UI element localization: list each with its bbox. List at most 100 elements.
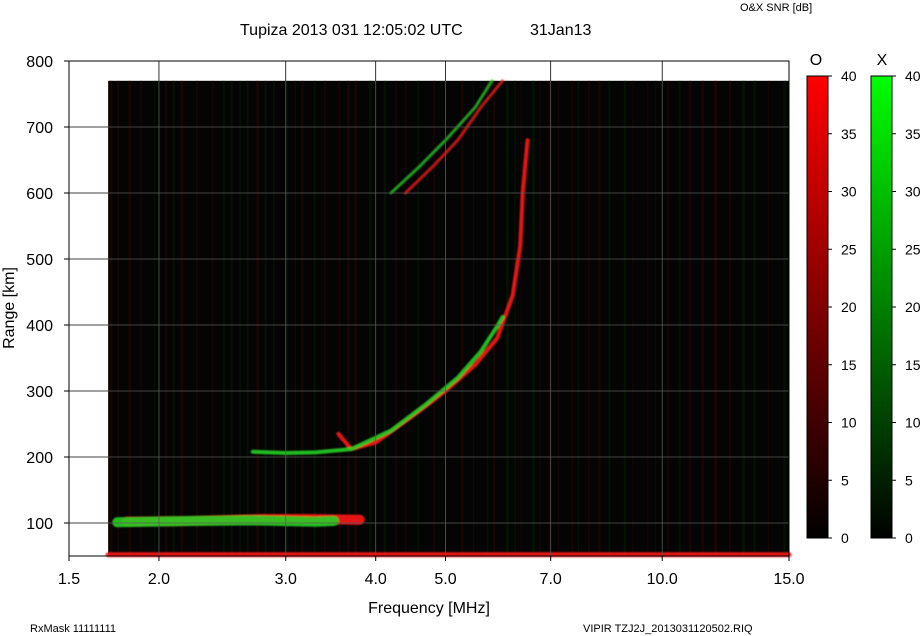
- noise-stripe: [571, 80, 574, 557]
- noise-stripe: [256, 80, 260, 557]
- noise-stripe: [548, 80, 550, 557]
- noise-stripe: [154, 80, 156, 557]
- noise-stripe: [539, 80, 541, 557]
- colorbar-x-ticks: 40 35 30 25 20 15 10 5 0: [892, 68, 921, 546]
- y-axis-label: Range [km]: [1, 267, 18, 349]
- x-tick-label: 4.0: [365, 571, 387, 588]
- noise-stripe: [520, 80, 522, 557]
- data-region: [108, 80, 790, 557]
- noise-stripe: [688, 80, 692, 557]
- noise-stripe: [587, 80, 590, 557]
- colorbar-tick-label: 0: [905, 530, 913, 546]
- noise-stripe: [667, 80, 669, 557]
- noise-stripe: [117, 80, 120, 557]
- noise-stripe: [623, 80, 627, 557]
- colorbar-x: [870, 75, 893, 539]
- noise-stripe: [472, 80, 475, 557]
- y-tick-label: 400: [26, 318, 53, 335]
- x-tick-label: 7.0: [540, 571, 562, 588]
- colorbar-tick-label: 15: [905, 357, 921, 373]
- noise-stripe: [404, 80, 407, 557]
- x-tick-label: 10.0: [647, 571, 678, 588]
- x-tick-label: 5.0: [434, 571, 456, 588]
- noise-stripe: [383, 80, 386, 557]
- noise-stripe: [597, 80, 601, 557]
- noise-stripe: [369, 80, 372, 557]
- noise-stripe: [767, 80, 769, 557]
- colorbar-tick-label: 30: [905, 184, 921, 200]
- colorbar-tick-label: 30: [841, 184, 857, 200]
- colorbar-o-label: O: [810, 52, 822, 69]
- noise-stripe: [354, 80, 357, 557]
- noise-stripe: [514, 80, 516, 557]
- y-tick-label: 200: [26, 450, 53, 467]
- noise-stripe: [196, 80, 198, 557]
- noise-stripe: [140, 80, 142, 557]
- colorbar-tick-label: 35: [905, 126, 921, 142]
- noise-stripe: [301, 80, 304, 557]
- noise-stripe: [347, 80, 350, 557]
- noise-stripe: [395, 80, 397, 557]
- x-tick-label: 15.0: [773, 571, 804, 588]
- noise-stripe: [493, 80, 496, 557]
- noise-stripe: [753, 80, 756, 557]
- y-tick-label: 600: [26, 186, 53, 203]
- colorbar-title: O&X SNR [dB]: [740, 2, 812, 14]
- noise-stripe: [655, 80, 657, 557]
- noise-stripe: [286, 80, 288, 557]
- x-tick-label: 3.0: [275, 571, 297, 588]
- noise-stripe: [742, 80, 745, 557]
- rxmask-label: RxMask 11111111: [30, 623, 116, 635]
- y-tick-label: 100: [26, 516, 53, 533]
- noise-stripe: [324, 80, 326, 557]
- noise-stripe: [632, 80, 634, 557]
- noise-stripe: [264, 80, 267, 557]
- noise-stripe: [180, 80, 184, 557]
- noise-stripe: [272, 80, 275, 557]
- noise-stripe: [246, 80, 249, 557]
- noise-stripe: [230, 80, 233, 557]
- colorbar-tick-label: 25: [905, 241, 921, 257]
- file-label: VIPIR TZJ2J_2013031120502.RIQ: [583, 623, 753, 635]
- noise-stripe: [714, 80, 718, 557]
- ionogram-chart: Tupiza 2013 031 12:05:02 UTC 31Jan13 O&X…: [1, 2, 921, 635]
- noise-stripe: [728, 80, 731, 557]
- noise-stripe: [294, 80, 296, 557]
- colorbar-tick-label: 0: [841, 530, 849, 546]
- noise-stripe: [486, 80, 489, 557]
- noise-stripe: [211, 80, 214, 557]
- colorbar-tick-label: 15: [841, 357, 857, 373]
- colorbar-tick-label: 5: [841, 472, 849, 488]
- noise-stripe: [532, 80, 535, 557]
- noise-stripe: [577, 80, 579, 557]
- noise-stripe: [313, 80, 316, 557]
- colorbar-tick-label: 20: [905, 299, 921, 315]
- noise-stripe: [608, 80, 611, 557]
- colorbar-tick-label: 10: [905, 415, 921, 431]
- trace-x-e: [112, 515, 339, 528]
- noise-stripe: [460, 80, 464, 557]
- y-tick-label: 700: [26, 120, 53, 137]
- colorbar-tick-label: 20: [841, 299, 857, 315]
- noise-stripe: [647, 80, 649, 557]
- noise-stripe: [678, 80, 681, 557]
- noise-stripe: [239, 80, 241, 557]
- colorbar-tick-label: 40: [841, 68, 857, 84]
- noise-stripe: [557, 80, 560, 557]
- chart-title: Tupiza 2013 031 12:05:02 UTC: [240, 22, 463, 39]
- noise-stripe: [338, 80, 341, 557]
- colorbar-o-ticks: 40 35 30 25 20 15 10 5 0: [828, 68, 857, 546]
- y-tick-label: 300: [26, 384, 53, 401]
- y-tick-label: 500: [26, 252, 53, 269]
- chart-date: 31Jan13: [530, 22, 591, 39]
- noise-stripe: [417, 80, 420, 557]
- noise-stripe: [128, 80, 132, 557]
- colorbar-tick-label: 35: [841, 126, 857, 142]
- x-tick-label: 2.0: [148, 571, 170, 588]
- colorbar-tick-label: 40: [905, 68, 921, 84]
- noise-stripe: [783, 80, 786, 557]
- noise-stripe: [165, 80, 168, 557]
- noise-stripe: [110, 80, 113, 557]
- colorbar-x-label: X: [877, 52, 888, 69]
- colorbar-tick-label: 25: [841, 241, 857, 257]
